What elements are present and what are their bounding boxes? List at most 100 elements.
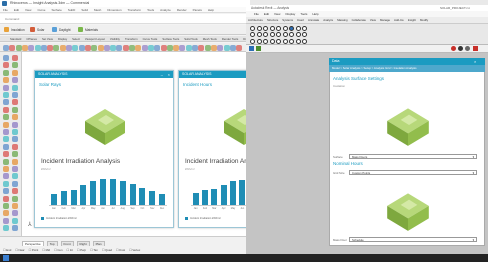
toolbar-icon[interactable]	[210, 44, 217, 51]
ribbon-icon[interactable]	[269, 26, 275, 31]
tool-icon[interactable]	[3, 84, 9, 91]
ribbon-tab[interactable]: Systems	[282, 18, 293, 22]
toolbar-icon[interactable]	[122, 44, 129, 51]
tool-icon[interactable]	[12, 55, 18, 61]
ribbon-icon[interactable]	[256, 38, 262, 44]
ribbon-icon[interactable]	[295, 26, 301, 31]
toolbar-icon[interactable]	[192, 44, 198, 51]
ribbon-icon[interactable]	[276, 32, 281, 38]
toolbar-button-solar[interactable]: Solar	[30, 27, 44, 33]
ribbon-icon[interactable]	[295, 38, 301, 44]
menu-item[interactable]: Dimension	[107, 8, 121, 12]
toolbar-icon[interactable]	[160, 44, 167, 51]
menu-item[interactable]: Render	[177, 8, 187, 12]
start-icon[interactable]	[3, 255, 9, 261]
tool-icon[interactable]	[12, 203, 18, 209]
menu-item[interactable]: Curve	[37, 8, 45, 12]
toolbar-tab[interactable]: Set View	[42, 37, 53, 41]
tool-icon[interactable]	[3, 180, 9, 187]
ribbon-tab[interactable]: Insert	[297, 18, 304, 22]
tool-icon[interactable]	[12, 121, 18, 128]
toolbar-icon[interactable]	[72, 44, 79, 51]
close-icon[interactable]: ×	[168, 71, 170, 78]
menu-item[interactable]: Analyze	[160, 8, 171, 12]
toolbar-icon[interactable]	[3, 44, 9, 51]
alert-icon[interactable]	[473, 46, 478, 51]
toolbar-tab[interactable]: Visibility	[110, 37, 120, 41]
breadcrumb[interactable]: Model > Solar Analysis > Setup > Analysi…	[329, 65, 485, 72]
toolbar-icon[interactable]	[66, 44, 72, 51]
tool-icon[interactable]	[12, 77, 18, 84]
toolbar-icon[interactable]	[198, 44, 205, 51]
tool-icon[interactable]	[3, 151, 9, 158]
toolbar-tab[interactable]: Mesh Tools	[203, 37, 217, 41]
toolbar-icon[interactable]	[217, 44, 224, 51]
toolbar-tab[interactable]: Curve Tools	[143, 37, 158, 41]
toolbar-icon[interactable]	[28, 44, 35, 51]
tool-icon[interactable]	[3, 92, 9, 98]
ribbon-icon[interactable]	[282, 38, 288, 44]
tool-icon[interactable]	[3, 129, 9, 135]
osnap-checkbox[interactable]: ☐ Int	[67, 248, 73, 252]
ribbon-tab[interactable]: Structure	[267, 18, 278, 22]
toolbar-tab[interactable]: Render Tools	[222, 37, 238, 41]
toolbar-button-daylight[interactable]: Daylight	[52, 27, 71, 33]
ribbon-icon[interactable]	[263, 32, 268, 38]
tool-icon[interactable]	[12, 143, 18, 150]
ribbon-icon[interactable]	[250, 32, 255, 38]
ribbon-tab[interactable]: Manage	[380, 18, 390, 22]
osnap-checkbox[interactable]: ☐ Tan	[90, 248, 98, 252]
toolbar-icon[interactable]	[229, 44, 236, 51]
viewport-tab[interactable]: Perspective	[22, 241, 44, 246]
tool-icon[interactable]	[3, 106, 9, 113]
grid-size-select[interactable]: Custom Points ▾	[349, 170, 477, 175]
tool-icon[interactable]	[12, 173, 18, 180]
menu-item[interactable]: SubD	[68, 8, 76, 12]
toolbar-icon[interactable]	[97, 44, 104, 51]
toolbar-tab[interactable]: Viewport Layout	[85, 37, 105, 41]
tool-icon[interactable]	[12, 99, 18, 106]
osnap-checkbox[interactable]: ☐ Vertex	[129, 248, 140, 252]
toolbar-icon[interactable]	[141, 44, 148, 51]
menu-item[interactable]: Solid	[81, 8, 88, 12]
ribbon-icon[interactable]	[250, 26, 255, 31]
ribbon-tab[interactable]: Analyze	[323, 18, 333, 22]
ribbon-icon[interactable]	[269, 32, 275, 38]
ribbon-icon[interactable]	[302, 26, 307, 31]
tool-icon[interactable]	[12, 225, 18, 232]
tool-icon[interactable]	[12, 195, 18, 202]
tool-icon[interactable]	[3, 55, 9, 61]
toolbar-icon[interactable]	[15, 44, 22, 51]
ribbon-icon[interactable]	[302, 32, 307, 38]
toolbar-icon[interactable]	[91, 44, 98, 51]
menu-item[interactable]: Transform	[128, 8, 142, 12]
tool-icon[interactable]	[12, 188, 18, 195]
tool-icon[interactable]	[3, 143, 9, 150]
tool-icon[interactable]	[3, 136, 9, 143]
menu-item[interactable]: Panels	[193, 8, 202, 12]
toolbar-tab[interactable]: Solid Tools	[184, 37, 197, 41]
menu-item[interactable]: Edit	[264, 12, 269, 16]
tool-icon[interactable]	[3, 99, 9, 106]
menu-item[interactable]: Help	[208, 8, 214, 12]
ribbon-icon[interactable]	[250, 38, 255, 44]
toolbar-button-materials[interactable]: Materials	[78, 27, 98, 33]
command-prompt[interactable]: Command:	[0, 14, 250, 24]
toolbar-icon[interactable]	[84, 44, 91, 51]
toolbar-icon[interactable]	[116, 44, 123, 51]
toolbar-icon[interactable]	[47, 44, 54, 51]
menu-item[interactable]: View	[274, 12, 280, 16]
tool-icon[interactable]	[12, 106, 18, 113]
viewport-tab[interactable]: Plan	[92, 241, 105, 246]
tool-icon[interactable]	[12, 217, 18, 224]
menu-item[interactable]: File	[254, 12, 259, 16]
toolbar-icon[interactable]	[59, 44, 66, 51]
ribbon-icon[interactable]	[256, 32, 262, 38]
ribbon-icon[interactable]	[269, 38, 275, 44]
menu-item[interactable]: Tools	[147, 8, 154, 12]
globe-icon[interactable]	[458, 46, 463, 51]
viewport-tab[interactable]: Front	[60, 241, 74, 246]
toolbar-icon[interactable]	[53, 44, 60, 51]
save-icon[interactable]	[249, 46, 254, 51]
tool-icon[interactable]	[3, 188, 9, 195]
